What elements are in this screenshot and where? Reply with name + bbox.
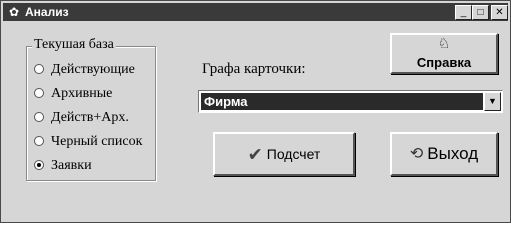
help-button[interactable]: ♘ Справка <box>390 33 498 74</box>
maximize-icon: □ <box>477 7 484 18</box>
radio-indicator-selected[interactable] <box>34 160 44 170</box>
exit-button[interactable]: ⟲ Выход <box>390 132 498 176</box>
card-field-value: Фирма <box>201 93 483 110</box>
dropdown-button[interactable]: ▼ <box>484 92 501 111</box>
radio-requests[interactable]: Заявки <box>33 157 153 175</box>
radio-label: Действующие <box>51 62 135 77</box>
count-button[interactable]: ✔ Подсчет <box>213 132 355 176</box>
card-field-label: Графа карточки: <box>202 61 306 77</box>
chevron-down-icon: ▼ <box>488 96 497 106</box>
count-button-label: Подсчет <box>266 146 321 163</box>
radio-indicator[interactable] <box>34 112 44 122</box>
checkmark-icon: ✔ <box>247 144 263 165</box>
radio-label: Заявки <box>51 158 92 173</box>
analysis-window: ✿ Анализ _ □ ✕ Текушая база Действующие … <box>0 0 511 223</box>
help-button-label: Справка <box>416 55 472 70</box>
radio-archive[interactable]: Архивные <box>33 85 153 103</box>
minimize-icon: _ <box>460 7 467 18</box>
title-bar[interactable]: ✿ Анализ _ □ ✕ <box>3 3 508 21</box>
radio-indicator[interactable] <box>34 88 44 98</box>
radio-blacklist[interactable]: Черный список <box>33 133 153 151</box>
radio-active-plus-archive[interactable]: Действ+Арх. <box>33 109 153 127</box>
radio-label: Черный список <box>51 134 143 149</box>
current-base-title: Текушая база <box>32 37 116 53</box>
exit-arrow-icon: ⟲ <box>409 145 424 163</box>
window-title: Анализ <box>25 5 69 19</box>
radio-indicator[interactable] <box>34 136 44 146</box>
radio-label: Архивные <box>51 86 113 101</box>
close-icon: ✕ <box>495 7 504 18</box>
maximize-button[interactable]: □ <box>472 5 489 20</box>
radio-indicator[interactable] <box>34 64 44 74</box>
exit-button-label: Выход <box>427 144 479 164</box>
card-field-select[interactable]: Фирма ▼ <box>198 90 503 113</box>
help-bell-icon: ♘ <box>437 37 451 52</box>
radio-label: Действ+Арх. <box>51 110 129 125</box>
close-button[interactable]: ✕ <box>491 5 508 20</box>
minimize-button[interactable]: _ <box>455 5 472 20</box>
app-icon[interactable]: ✿ <box>7 5 21 19</box>
radio-active[interactable]: Действующие <box>33 61 153 79</box>
